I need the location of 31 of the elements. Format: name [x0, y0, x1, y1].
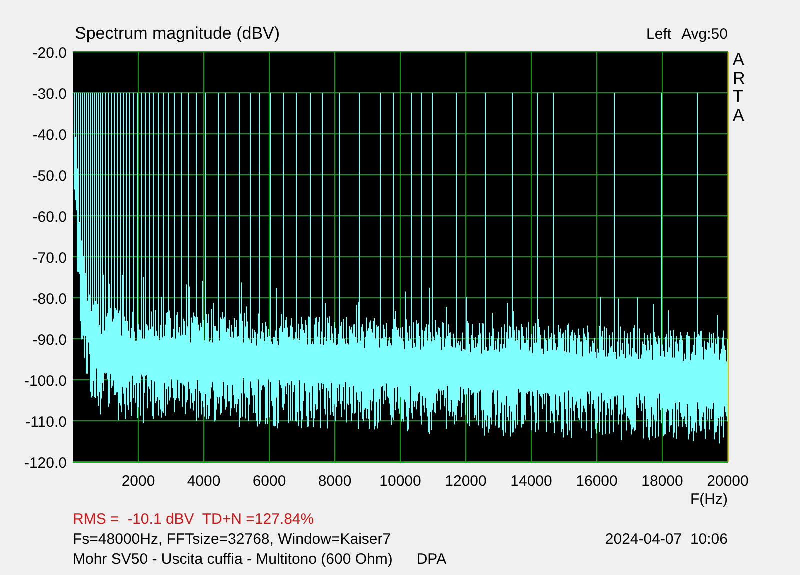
- chart-title: Spectrum magnitude (dBV): [75, 24, 280, 44]
- axis-tick-label: 12000: [445, 473, 487, 490]
- axis-tick-label: 10000: [380, 473, 422, 490]
- axis-tick-label: 8000: [318, 473, 352, 490]
- axis-tick-label: -30.0: [32, 86, 67, 103]
- description-text: Mohr SV50 - Uscita cuffia - Multitono (600 Ohm): [73, 550, 393, 570]
- axis-tick-label: 16000: [576, 473, 618, 490]
- brand-label: ARTA: [733, 51, 746, 126]
- timestamp: 2024-04-07 10:06: [605, 530, 728, 550]
- axis-tick-label: -60.0: [32, 209, 67, 226]
- axis-title: F(Hz): [690, 491, 728, 507]
- average-label: Avg:50: [682, 26, 728, 44]
- axis-tick-label: 20000: [707, 473, 749, 490]
- measurement-summary: RMS = -10.1 dBV TD+N =127.84%: [73, 510, 314, 530]
- axis-tick-label: -40.0: [32, 127, 67, 144]
- channel-label: Left: [646, 26, 672, 44]
- parameters-text: Fs=48000Hz, FFTsize=32768, Window=Kaiser7: [73, 530, 392, 550]
- axis-tick-label: -20.0: [32, 45, 67, 62]
- axis-tick-label: 18000: [642, 473, 684, 490]
- axis-tick-label: -90.0: [32, 332, 67, 349]
- axis-tick-label: -70.0: [32, 250, 67, 267]
- axis-tick-label: 6000: [252, 473, 286, 490]
- axis-tick-label: -50.0: [32, 168, 67, 185]
- axis-tick-label: -80.0: [32, 291, 67, 308]
- axis-tick-label: 4000: [187, 473, 221, 490]
- axis-tick-label: -120.0: [24, 455, 67, 472]
- axis-tick-label: -110.0: [26, 414, 67, 431]
- tag-label: DPA: [416, 550, 447, 570]
- axis-tick-label: 14000: [510, 473, 552, 490]
- axis-tick-label: 2000: [122, 473, 156, 490]
- axis-tick-label: -100.0: [24, 373, 67, 390]
